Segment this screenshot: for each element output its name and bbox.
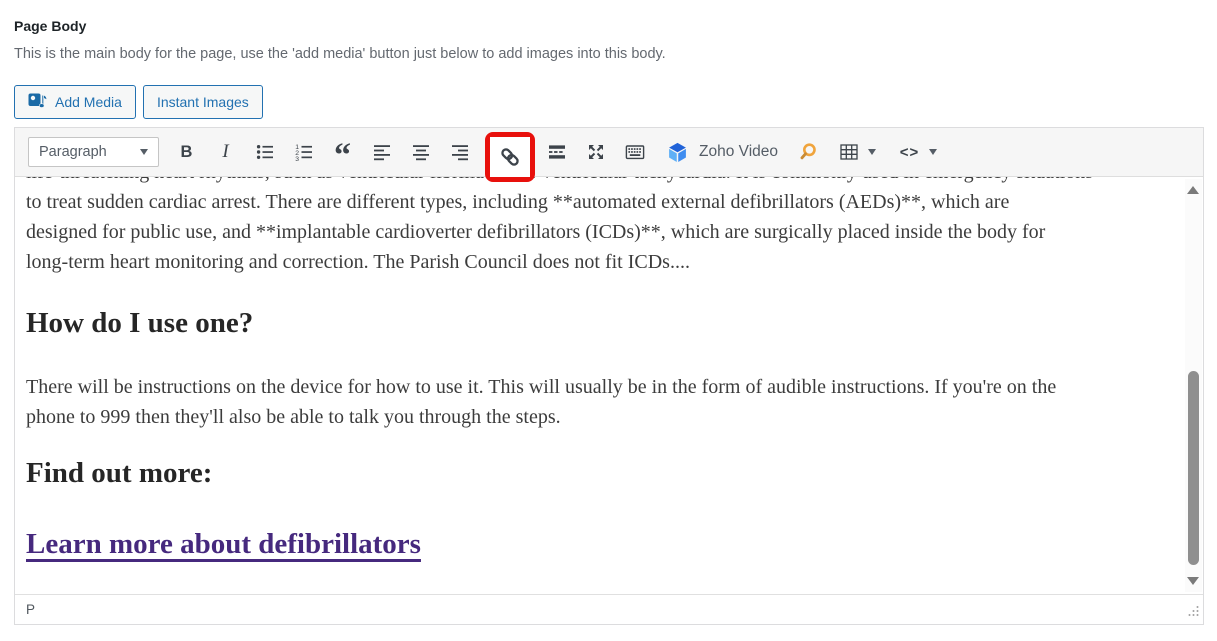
paragraph-line: long-term heart monitoring and correctio… [26,251,690,273]
paragraph-line: designed for public use, and **implantab… [26,221,1046,243]
page-body-editor: Paragraph B I 123 “ Zoho Video <> to tre… [14,127,1204,625]
code-chevron-down-icon[interactable] [929,149,937,155]
table-chevron-down-icon[interactable] [868,149,876,155]
italic-icon: I [222,141,229,162]
add-media-label: Add Media [55,94,122,110]
bullet-list-icon [256,145,273,159]
paragraph-line: phone to 999 then they'll also be able t… [26,406,561,428]
editor-toolbar: Paragraph B I 123 “ Zoho Video <> [15,128,1203,182]
field-description: This is the main body for the page, use … [14,46,666,62]
clipped-line-wrapper: life-threatening heart rhythms, such as … [26,177,1163,187]
blockquote-icon: “ [334,141,351,163]
link-icon [501,148,519,166]
link-line: Learn more about defibrillators [26,524,1163,564]
page-body-section: Page Body This is the main body for the … [0,0,1217,641]
scroll-down-arrow-icon[interactable] [1187,577,1199,585]
code-icon: <> [899,143,920,161]
field-label: Page Body [14,18,87,34]
code-button[interactable]: <> [890,132,929,172]
numbered-list-button[interactable]: 123 [284,132,323,172]
chevron-down-icon [140,149,148,155]
toolbar-toggle-icon [625,145,644,160]
link-highlight-annotation [485,132,535,182]
toolbar-toggle-button[interactable] [615,132,654,172]
zoho-video-label: Zoho Video [699,143,778,160]
align-center-button[interactable] [401,132,440,172]
fullscreen-button[interactable] [576,132,615,172]
paragraph-line: There will be instructions on the device… [26,376,1057,398]
resize-grip-icon[interactable] [1187,604,1199,622]
align-right-icon [451,145,468,161]
instant-images-label: Instant Images [156,94,249,110]
instant-images-button[interactable]: Instant Images [142,85,263,119]
align-left-button[interactable] [362,132,401,172]
format-select-value: Paragraph [39,144,107,160]
numbered-list-icon: 123 [295,144,312,162]
element-path: P [26,602,36,617]
scroll-up-arrow-icon[interactable] [1187,186,1199,194]
blockquote-button[interactable]: “ [323,132,362,172]
paragraph-line-clipped: life-threatening heart rhythms, such as … [26,177,1163,187]
heading-find-out-more: Find out more: [26,457,213,489]
read-more-button[interactable] [537,132,576,172]
paragraph-line: to treat sudden cardiac arrest. There ar… [26,191,1010,213]
search-button[interactable] [788,132,827,172]
editor-scrollbar[interactable] [1185,179,1202,592]
format-select[interactable]: Paragraph [28,137,159,167]
search-icon [800,143,816,160]
editor-content[interactable]: life-threatening heart rhythms, such as … [15,177,1203,594]
align-right-button[interactable] [440,132,479,172]
align-left-icon [373,145,390,161]
add-media-button[interactable]: Add Media [14,85,136,119]
table-icon [839,144,858,160]
read-more-icon [548,145,565,159]
insert-link-button[interactable] [490,137,530,177]
media-buttons-row: Add Media Instant Images [14,85,263,119]
editor-statusbar: P [15,594,1203,624]
italic-button[interactable]: I [206,132,245,172]
bullet-list-button[interactable] [245,132,284,172]
bold-icon: B [180,142,193,161]
svg-text:3: 3 [295,156,299,162]
table-button[interactable] [829,132,868,172]
defibrillators-link[interactable]: Learn more about defibrillators [26,528,421,560]
fullscreen-icon [588,145,603,159]
scrollbar-thumb[interactable] [1188,371,1199,565]
zoho-video-button[interactable] [658,132,697,172]
add-media-icon [28,92,48,112]
bold-button[interactable]: B [167,132,206,172]
align-center-icon [412,145,429,161]
zoho-cube-icon [669,142,686,162]
heading-how-do-i-use-one: How do I use one? [26,307,254,339]
